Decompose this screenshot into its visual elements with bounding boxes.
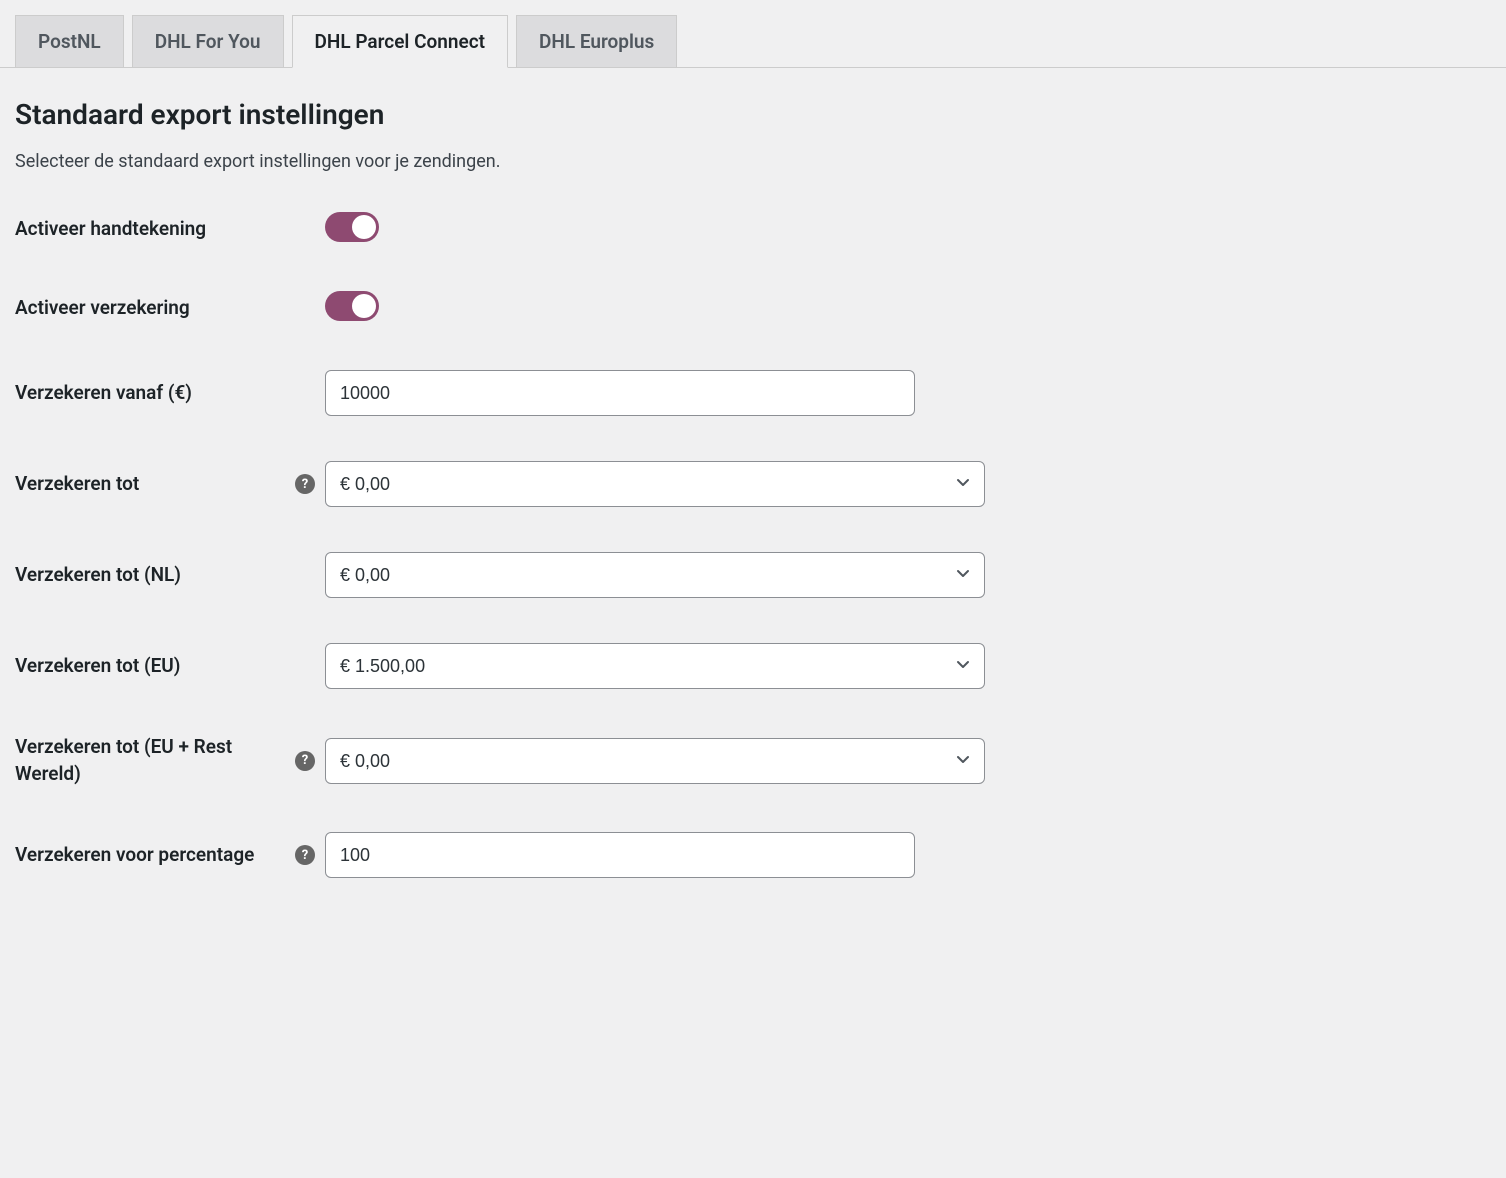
carrier-tabs: PostNL DHL For You DHL Parcel Connect DH… bbox=[0, 0, 1506, 68]
help-icon[interactable]: ? bbox=[295, 751, 315, 771]
select-insured-to-world[interactable]: € 0,00 bbox=[325, 738, 985, 784]
input-insured-from[interactable] bbox=[325, 370, 915, 416]
help-icon[interactable]: ? bbox=[295, 474, 315, 494]
label-signature: Activeer handtekening bbox=[15, 216, 206, 243]
select-insured-to-eu[interactable]: € 1.500,00 bbox=[325, 643, 985, 689]
label-insured-to-world: Verzekeren tot (EU + Rest Wereld) bbox=[15, 734, 287, 787]
tab-dhl-parcel-connect[interactable]: DHL Parcel Connect bbox=[292, 15, 508, 68]
label-insured-to-eu: Verzekeren tot (EU) bbox=[15, 653, 180, 680]
toggle-insurance[interactable] bbox=[325, 291, 379, 321]
label-insured-to-nl: Verzekeren tot (NL) bbox=[15, 562, 181, 589]
section-title: Standaard export instellingen bbox=[15, 98, 1491, 131]
select-insured-to[interactable]: € 0,00 bbox=[325, 461, 985, 507]
label-insurance-enable: Activeer verzekering bbox=[15, 295, 190, 322]
select-insured-to-nl[interactable]: € 0,00 bbox=[325, 552, 985, 598]
help-icon[interactable]: ? bbox=[295, 845, 315, 865]
label-insured-percent: Verzekeren voor percentage bbox=[15, 842, 254, 869]
section-description: Selecteer de standaard export instelling… bbox=[15, 151, 1491, 172]
toggle-signature[interactable] bbox=[325, 212, 379, 242]
label-insured-to: Verzekeren tot bbox=[15, 471, 139, 498]
input-insured-percent[interactable] bbox=[325, 832, 915, 878]
tab-dhl-europlus[interactable]: DHL Europlus bbox=[516, 15, 677, 67]
tab-postnl[interactable]: PostNL bbox=[15, 15, 124, 67]
tab-dhl-for-you[interactable]: DHL For You bbox=[132, 15, 284, 67]
label-insured-from: Verzekeren vanaf (€) bbox=[15, 380, 192, 407]
